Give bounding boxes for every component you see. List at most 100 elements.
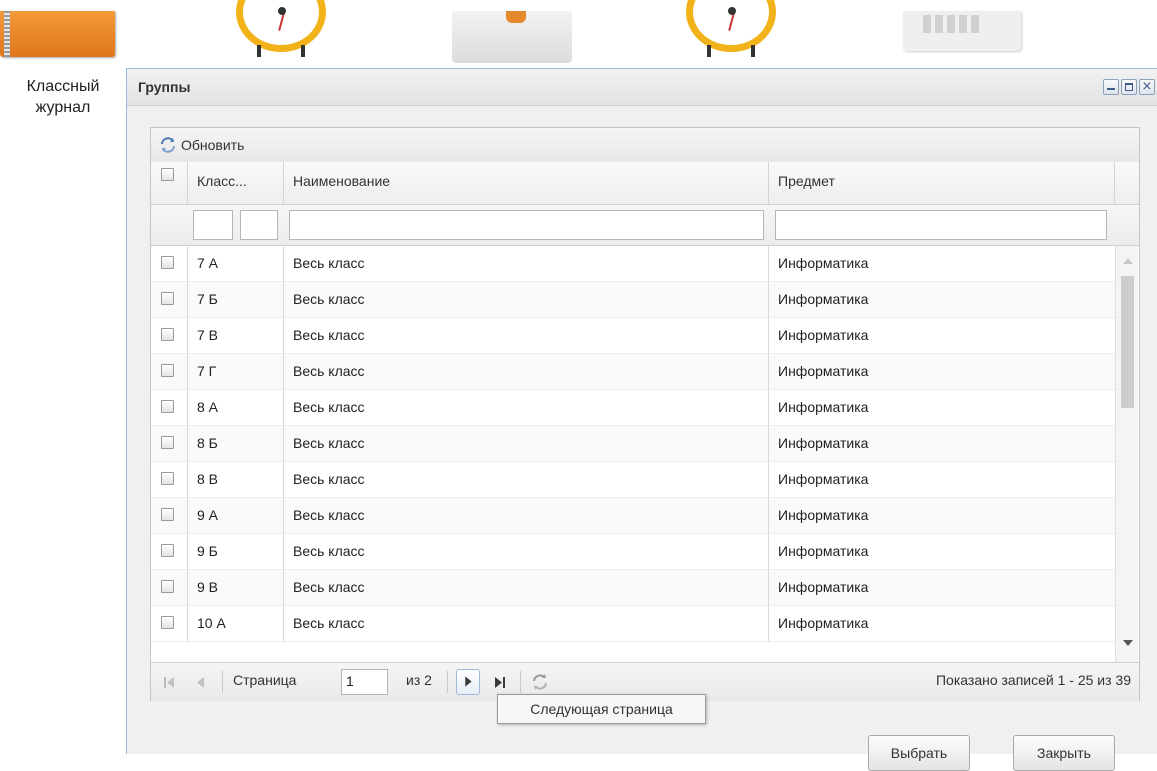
row-select-cell xyxy=(151,246,188,281)
subject-value: Информатика xyxy=(778,255,869,271)
class-filter-input[interactable] xyxy=(193,210,233,240)
alarm-clock-icon[interactable] xyxy=(236,0,326,57)
row-select-cell xyxy=(151,498,188,533)
scroll-down-icon[interactable] xyxy=(1123,640,1133,646)
subject-cell: Информатика xyxy=(769,498,1115,533)
table-row[interactable]: 9 А Весь класс Информатика xyxy=(151,498,1115,534)
column-header-class[interactable]: Класс... xyxy=(188,162,284,204)
name-value: Весь класс xyxy=(293,291,365,307)
window-body: Обновить Класс... Наименование Предмет 7… xyxy=(127,106,1157,754)
groups-grid: Обновить Класс... Наименование Предмет 7… xyxy=(150,127,1140,701)
class-filter-input-2[interactable] xyxy=(240,210,278,240)
name-cell: Весь класс xyxy=(284,354,769,389)
name-value: Весь класс xyxy=(293,579,365,595)
close-button[interactable]: Закрыть xyxy=(1013,735,1115,771)
scroll-up-icon[interactable] xyxy=(1123,258,1133,264)
clock-leg xyxy=(257,45,261,57)
row-checkbox[interactable] xyxy=(161,364,174,377)
calendar-icon[interactable] xyxy=(903,11,1021,51)
row-checkbox[interactable] xyxy=(161,292,174,305)
table-row[interactable]: 7 А Весь класс Информатика xyxy=(151,246,1115,282)
class-value: 7 В xyxy=(197,327,219,343)
class-journal-label[interactable]: Классный журнал xyxy=(0,76,126,118)
subject-cell: Информатика xyxy=(769,534,1115,569)
name-value: Весь класс xyxy=(293,543,365,559)
name-value: Весь класс xyxy=(293,363,365,379)
class-cell: 7 Б xyxy=(188,282,284,317)
last-page-icon[interactable] xyxy=(488,669,512,695)
class-cell: 9 Б xyxy=(188,534,284,569)
previous-page-icon[interactable] xyxy=(189,669,213,695)
row-checkbox[interactable] xyxy=(161,328,174,341)
column-header-name[interactable]: Наименование xyxy=(284,162,769,204)
table-row[interactable]: 9 В Весь класс Информатика xyxy=(151,570,1115,606)
maximize-icon[interactable] xyxy=(1121,79,1137,95)
clock-center xyxy=(278,7,286,15)
row-select-cell xyxy=(151,354,188,389)
name-value: Весь класс xyxy=(293,399,365,415)
select-button[interactable]: Выбрать xyxy=(868,735,970,771)
class-cell: 8 Б xyxy=(188,426,284,461)
table-row[interactable]: 9 Б Весь класс Информатика xyxy=(151,534,1115,570)
table-row[interactable]: 7 Б Весь класс Информатика xyxy=(151,282,1115,318)
refresh-label: Обновить xyxy=(181,137,245,153)
subject-value: Информатика xyxy=(778,543,869,559)
row-checkbox[interactable] xyxy=(161,256,174,269)
close-icon[interactable]: × xyxy=(1139,79,1155,95)
row-checkbox[interactable] xyxy=(161,616,174,629)
refresh-button[interactable]: Обновить xyxy=(159,136,244,154)
subject-cell: Информатика xyxy=(769,246,1115,281)
first-page-icon[interactable] xyxy=(157,669,181,695)
class-value: 8 Б xyxy=(197,435,218,451)
class-value: 8 В xyxy=(197,471,219,487)
name-cell: Весь класс xyxy=(284,462,769,497)
column-header-subject[interactable]: Предмет xyxy=(769,162,1115,204)
subject-value: Информатика xyxy=(778,291,869,307)
table-row[interactable]: 8 Б Весь класс Информатика xyxy=(151,426,1115,462)
scroll-thumb[interactable] xyxy=(1121,276,1134,408)
row-checkbox[interactable] xyxy=(161,580,174,593)
class-value: 8 А xyxy=(197,399,219,415)
class-cell: 7 В xyxy=(188,318,284,353)
table-row[interactable]: 8 В Весь класс Информатика xyxy=(151,462,1115,498)
vertical-scrollbar[interactable] xyxy=(1115,246,1138,662)
subject-value: Информатика xyxy=(778,471,869,487)
table-row[interactable]: 8 А Весь класс Информатика xyxy=(151,390,1115,426)
class-value: 9 А xyxy=(197,507,219,523)
table-row[interactable]: 7 В Весь класс Информатика xyxy=(151,318,1115,354)
row-checkbox[interactable] xyxy=(161,508,174,521)
row-checkbox[interactable] xyxy=(161,472,174,485)
row-checkbox[interactable] xyxy=(161,436,174,449)
class-cell: 10 А xyxy=(188,606,284,641)
row-checkbox[interactable] xyxy=(161,544,174,557)
subject-cell: Информатика xyxy=(769,282,1115,317)
subject-cell: Информатика xyxy=(769,318,1115,353)
row-checkbox[interactable] xyxy=(161,400,174,413)
subject-value: Информатика xyxy=(778,579,869,595)
name-filter-input[interactable] xyxy=(289,210,764,240)
minimize-icon[interactable] xyxy=(1103,79,1119,95)
subject-value: Информатика xyxy=(778,615,869,631)
subject-value: Информатика xyxy=(778,399,869,415)
paging-separator xyxy=(222,671,223,693)
envelope-icon[interactable] xyxy=(452,11,572,63)
page-number-input[interactable]: 1 xyxy=(341,669,388,695)
window-header[interactable]: Группы × xyxy=(127,69,1157,106)
name-cell: Весь класс xyxy=(284,498,769,533)
paging-separator xyxy=(520,671,521,693)
select-all-checkbox[interactable] xyxy=(161,168,174,181)
clock-center xyxy=(728,7,736,15)
subject-cell: Информатика xyxy=(769,390,1115,425)
class-value: 7 Г xyxy=(197,363,217,379)
table-row[interactable]: 7 Г Весь класс Информатика xyxy=(151,354,1115,390)
alarm-clock-icon[interactable] xyxy=(686,0,776,57)
subject-filter-input[interactable] xyxy=(775,210,1107,240)
refresh-page-icon[interactable] xyxy=(528,669,552,695)
class-cell: 7 Г xyxy=(188,354,284,389)
class-cell: 9 В xyxy=(188,570,284,605)
class-value: 9 Б xyxy=(197,543,218,559)
table-row[interactable]: 10 А Весь класс Информатика xyxy=(151,606,1115,642)
grid-toolbar: Обновить xyxy=(151,128,1139,163)
next-page-icon[interactable] xyxy=(456,669,480,695)
row-select-cell xyxy=(151,426,188,461)
